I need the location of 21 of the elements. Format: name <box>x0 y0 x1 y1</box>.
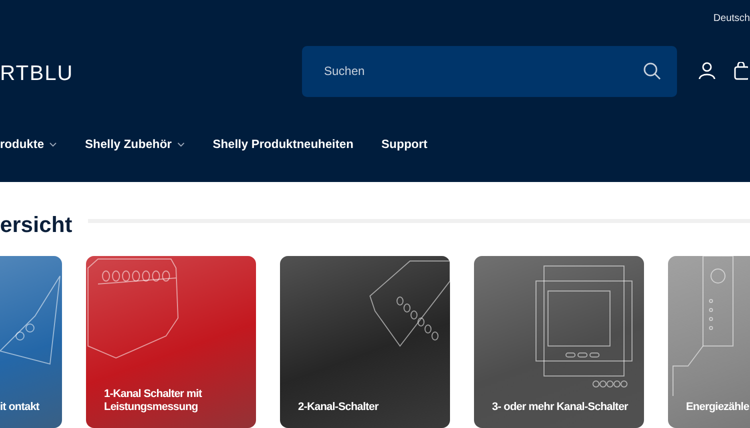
category-card[interactable]: it ontakt <box>0 256 62 428</box>
logo-text[interactable]: RTBLU <box>0 62 302 86</box>
category-card[interactable]: 3- oder mehr Kanal-Schalter <box>474 256 644 428</box>
search-icon[interactable] <box>643 62 661 80</box>
card-label: Energiezähle <box>685 401 750 415</box>
category-card[interactable]: 2-Kanal-Schalter <box>280 256 450 428</box>
user-icon[interactable] <box>698 62 716 80</box>
language-link[interactable]: Deutsch <box>713 12 750 24</box>
nav-link[interactable]: rodukte <box>0 137 58 151</box>
nav-link[interactable]: Shelly Zubehör <box>85 137 185 151</box>
nav-link[interactable]: Shelly Produktneuheiten <box>212 137 354 151</box>
card-label: 1-Kanal Schalter mit Leistungsmessung <box>103 388 203 415</box>
section-title: ersicht <box>0 212 72 238</box>
card-label: 3- oder mehr Kanal-Schalter <box>491 401 630 415</box>
search-input[interactable]: Suchen <box>322 63 576 79</box>
category-card[interactable]: Energiezähle <box>668 256 750 428</box>
nav-link[interactable]: Support <box>381 137 428 151</box>
card-label: 2-Kanal-Schalter <box>297 401 380 415</box>
bag-icon[interactable] <box>734 62 748 80</box>
card-label: it ontakt <box>0 401 40 415</box>
category-card[interactable]: 1-Kanal Schalter mit Leistungsmessung <box>86 256 256 428</box>
